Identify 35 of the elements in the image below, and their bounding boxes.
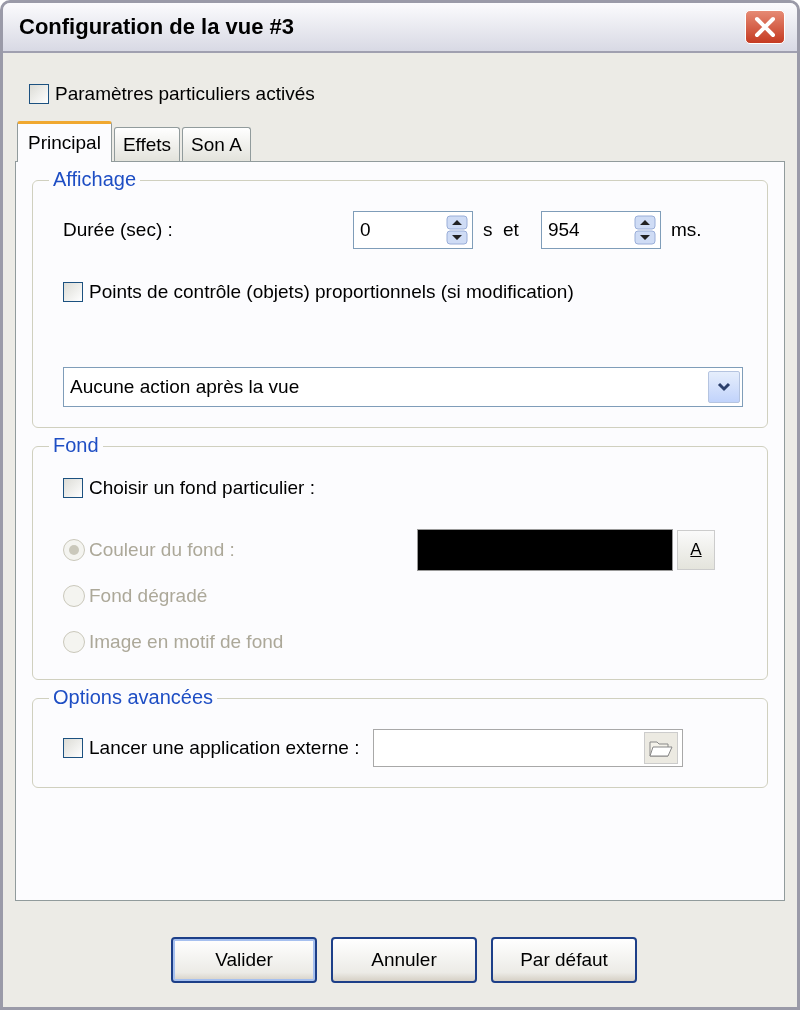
unit-label: ms.	[670, 219, 702, 241]
checkbox[interactable]	[63, 282, 83, 302]
unit-label: s et	[483, 219, 519, 241]
path-field[interactable]	[373, 729, 684, 767]
tab[interactable]: Son A	[182, 127, 251, 161]
window-title: Configuration de la vue #3	[19, 14, 295, 40]
checkbox[interactable]	[63, 738, 83, 758]
dropdown-value: Aucune action après la vue	[70, 376, 300, 398]
chevron-down-icon	[717, 382, 731, 392]
radio-label: Image en motif de fond	[89, 631, 285, 653]
checkbox[interactable]	[29, 84, 49, 104]
group-title: Options avancées	[49, 686, 218, 709]
dropdown-button[interactable]	[708, 371, 740, 403]
dialog-button[interactable]: Annuler	[331, 937, 477, 983]
spin-arrows-icon[interactable]	[446, 215, 468, 245]
group-title: Affichage	[49, 168, 141, 191]
checkbox-label: Points de contrôle (objets) proportionnels (si modification)	[89, 281, 574, 303]
spin-arrows-icon[interactable]	[633, 215, 656, 245]
checkbox[interactable]	[63, 478, 83, 498]
folder-icon	[649, 738, 674, 758]
browse-button[interactable]	[644, 732, 679, 764]
color-picker-button[interactable]: A	[677, 530, 715, 570]
radio-label: Fond dégradé	[89, 585, 209, 607]
close-button[interactable]	[745, 10, 785, 44]
tab[interactable]: Principal	[17, 121, 112, 162]
checkbox-label: Paramètres particuliers activés	[55, 83, 315, 105]
dropdown[interactable]: Aucune action après la vue	[63, 367, 743, 407]
close-icon	[754, 16, 776, 38]
checkbox-label: Lancer une application externe :	[89, 737, 360, 759]
dialog-button[interactable]: Valider	[171, 937, 317, 983]
dialog-button[interactable]: Par défaut	[491, 937, 637, 983]
tab[interactable]: Effets	[113, 127, 181, 161]
radio-label: Couleur du fond :	[89, 539, 236, 561]
field-label: Durée (sec) :	[63, 219, 174, 241]
checkbox-label: Choisir un fond particulier :	[89, 477, 315, 499]
